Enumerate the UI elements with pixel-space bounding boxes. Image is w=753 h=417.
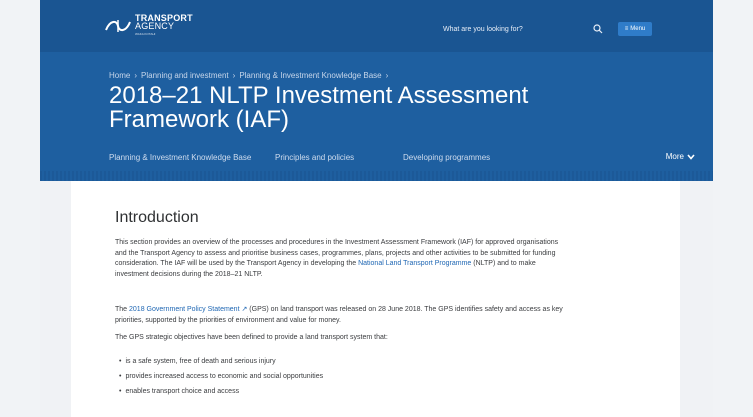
transport-agency-logo[interactable]: TRANSPORT AGENCY WAKA KOTAHI bbox=[105, 14, 193, 38]
chevron-down-icon bbox=[687, 153, 695, 160]
breadcrumb-planning[interactable]: Planning and investment bbox=[141, 71, 229, 80]
gps-paragraph: The 2018 Government Policy Statement ↗ (… bbox=[115, 305, 570, 326]
breadcrumb-separator: › bbox=[385, 71, 389, 80]
menu-button[interactable]: ≡ Menu bbox=[618, 22, 652, 36]
gps-text-a: The bbox=[115, 306, 130, 313]
list-item: enables transport choice and access bbox=[119, 384, 539, 399]
logo-line-3: WAKA KOTAHI bbox=[135, 32, 156, 36]
breadcrumb: Home › Planning and investment › Plannin… bbox=[109, 71, 388, 80]
section-heading: Introduction bbox=[115, 209, 199, 226]
breadcrumb-separator: › bbox=[134, 71, 138, 80]
objectives-paragraph: The GPS strategic objectives have been d… bbox=[115, 334, 388, 341]
hamburger-icon: ≡ bbox=[624, 26, 629, 32]
subnav-knowledge-base[interactable]: Planning & Investment Knowledge Base bbox=[109, 153, 275, 162]
top-bar: TRANSPORT AGENCY WAKA KOTAHI What are yo… bbox=[40, 0, 713, 52]
main-content: Introduction This section provides an ov… bbox=[71, 181, 680, 417]
search-placeholder: What are you looking for? bbox=[443, 25, 523, 33]
more-label: More bbox=[665, 152, 684, 161]
section-nav: Planning & Investment Knowledge Base Pri… bbox=[109, 145, 713, 169]
more-button[interactable]: More bbox=[666, 152, 695, 161]
gps-link[interactable]: 2018 Government Policy Statement ↗ bbox=[129, 306, 247, 313]
page-title: 2018–21 NLTP Investment Assessment Frame… bbox=[109, 82, 529, 133]
subnav-principles[interactable]: Principles and policies bbox=[275, 153, 403, 162]
list-item: is a safe system, free of death and seri… bbox=[119, 354, 539, 369]
objectives-list: is a safe system, free of death and seri… bbox=[119, 354, 539, 399]
subnav-developing-programmes[interactable]: Developing programmes bbox=[403, 153, 603, 162]
search-icon[interactable] bbox=[593, 24, 603, 34]
list-item: provides increased access to economic an… bbox=[119, 369, 539, 384]
logo-text: TRANSPORT AGENCY WAKA KOTAHI bbox=[135, 14, 193, 38]
search-input[interactable]: What are you looking for? bbox=[443, 19, 607, 39]
nltp-link[interactable]: National Land Transport Programme bbox=[358, 260, 471, 267]
left-gutter bbox=[0, 0, 40, 417]
page-header: TRANSPORT AGENCY WAKA KOTAHI What are yo… bbox=[40, 0, 713, 181]
right-gutter bbox=[713, 0, 753, 417]
menu-label: Menu bbox=[630, 26, 646, 32]
logo-line-2: AGENCY bbox=[135, 21, 175, 31]
header-divider bbox=[40, 171, 713, 181]
breadcrumb-separator: › bbox=[232, 71, 236, 80]
logo-mark-icon bbox=[105, 20, 131, 32]
breadcrumb-home[interactable]: Home bbox=[109, 71, 130, 80]
breadcrumb-knowledge-base[interactable]: Planning & Investment Knowledge Base bbox=[239, 71, 381, 80]
intro-paragraph: This section provides an overview of the… bbox=[115, 238, 570, 280]
